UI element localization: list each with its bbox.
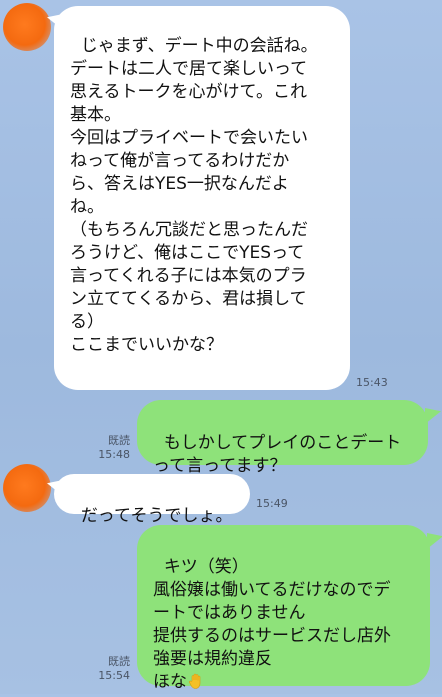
message-text: もしかしてプレイのことデート って言ってます？ xyxy=(153,433,402,476)
sender-avatar[interactable] xyxy=(3,464,51,512)
outgoing-message-bubble[interactable]: キツ（笑） 風俗嬢は働いてるだけなのでデ ートではありません 提供するのはサービ… xyxy=(137,525,430,692)
read-receipt: 既読 15:48 xyxy=(96,434,130,462)
read-receipt: 既読 15:54 xyxy=(96,655,130,683)
read-status: 既読 xyxy=(108,434,130,447)
message-text: だってそうでしょ。 xyxy=(80,506,233,526)
message-timestamp: 15:49 xyxy=(256,497,288,510)
message-timestamp: 15:48 xyxy=(98,448,130,461)
incoming-message-bubble[interactable]: だってそうでしょ。 xyxy=(54,474,250,526)
bubble-tail xyxy=(425,408,441,424)
message-timestamp: 15:54 xyxy=(98,669,130,682)
message-text: じゃまず、デート中の会話ね。 デートは二人で居て楽しいって 思えるトークを心がけ… xyxy=(70,36,318,355)
outgoing-message-bubble[interactable]: もしかしてプレイのことデート って言ってます？ xyxy=(137,400,428,476)
raised-hand-emoji-icon xyxy=(187,672,205,690)
incoming-message-bubble[interactable]: じゃまず、デート中の会話ね。 デートは二人で居て楽しいって 思えるトークを心がけ… xyxy=(54,6,350,390)
bubble-tail xyxy=(427,533,442,549)
read-status: 既読 xyxy=(108,655,130,668)
message-timestamp: 15:43 xyxy=(356,376,388,389)
sender-avatar[interactable] xyxy=(3,3,51,51)
